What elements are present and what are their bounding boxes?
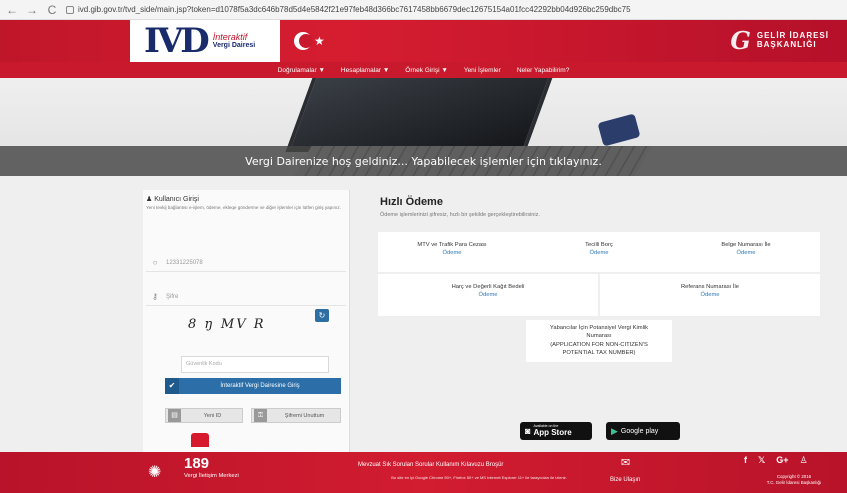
new-id-label: Yeni ID xyxy=(203,412,222,419)
logo-text: İnteraktif Vergi Dairesi xyxy=(212,31,256,50)
gib-logo[interactable]: G GELİR İDARESİ BAŞKANLIĞI xyxy=(730,26,829,55)
footer-links[interactable]: Mevzuat Sık Sorulan Sorular Kullanım Kıl… xyxy=(358,462,503,468)
payment-referans-link[interactable]: Ödeme xyxy=(600,291,820,299)
user-icon: ♟ xyxy=(146,196,153,203)
gib-text: GELİR İDARESİ BAŞKANLIĞI xyxy=(756,31,829,50)
gib-line2: BAŞKANLIĞI xyxy=(756,39,817,49)
key-small-icon: ⚿ xyxy=(254,409,267,422)
foreign-line4: POTENTIAL TAX NUMBER) xyxy=(562,350,636,357)
login-button-label: İnteraktif Vergi Dairesine Giriş xyxy=(220,383,300,389)
payment-foreign-tax-number[interactable]: Yabancılar İçin Potansiyel Vergi Kimlik … xyxy=(526,320,672,362)
turkish-flag-icon: ★ xyxy=(290,28,330,54)
login-icon: ✔ xyxy=(165,378,179,394)
payment-tecilli-label: Tecilli Borç xyxy=(585,242,613,248)
laptop-image xyxy=(285,78,555,152)
site-header: IVD İnteraktif Vergi Dairesi ★ G GELİR İ… xyxy=(0,20,847,62)
lock-icon xyxy=(66,5,74,14)
social-links: f 𝕏 G+ ♙ xyxy=(744,455,808,466)
gib-icon: G xyxy=(730,26,751,55)
login-button[interactable]: ✔ İnteraktif Vergi Dairesine Giriş xyxy=(165,378,341,394)
payment-belge-label: Belge Numarası İle xyxy=(721,242,771,248)
site-footer: ✺ 189 Vergi İletişim Merkezi Mevzuat Sık… xyxy=(0,452,847,493)
login-title: ♟ Kullanıcı Girişi xyxy=(146,195,199,203)
payment-subtitle: Ödeme işlemlerinizi şifresiz, hızlı bir … xyxy=(380,212,540,218)
hero-banner: Vergi Dairenize hoş geldiniz... Yapabile… xyxy=(0,78,847,176)
payment-referans-label: Referans Numarası İle xyxy=(681,284,739,290)
foreign-line3: (APPLICATION FOR NON-CITIZEN'S xyxy=(550,341,648,348)
refresh-captcha-icon[interactable]: ↻ xyxy=(315,309,329,322)
google-plus-icon[interactable]: G+ xyxy=(776,455,788,466)
main-content: ♟ Kullanıcı Girişi Yeni tevkij bağlantıs… xyxy=(0,176,847,452)
payment-mtv[interactable]: MTV ve Trafik Para Cezası Ödeme xyxy=(378,232,526,272)
login-panel: ♟ Kullanıcı Girişi Yeni tevkij bağlantıs… xyxy=(143,190,350,452)
mail-icon[interactable]: ✉ xyxy=(621,456,630,469)
app-store-button[interactable]: ◙ Available on the App Store xyxy=(520,422,592,440)
forgot-password-button[interactable]: ⚿ Şifremi Unuttum xyxy=(251,408,341,423)
google-play-button[interactable]: ▶ Google play xyxy=(606,422,680,440)
logo-mark: IVD xyxy=(144,21,210,61)
url-text[interactable]: ivd.gib.gov.tr/tvd_side/main.jsp?token=d… xyxy=(78,5,631,14)
payment-title: Hızlı Ödeme xyxy=(380,196,443,208)
play-icon: ▶ xyxy=(611,425,618,436)
nav-item-dogrulamalar[interactable]: Doğrulamalar ▼ xyxy=(278,67,325,74)
new-id-button[interactable]: ▤ Yeni ID xyxy=(165,408,243,423)
password-placeholder[interactable]: Şifre xyxy=(166,294,178,300)
login-description: Yeni tevkij bağlantısı e-işlem, ödeme, e… xyxy=(146,205,341,210)
payment-belge-link[interactable]: Ödeme xyxy=(672,249,820,257)
twitter-icon[interactable]: 𝕏 xyxy=(758,455,765,466)
id-icon: ▤ xyxy=(168,409,181,422)
captcha-input[interactable]: Güvenlik Kodu xyxy=(181,356,329,373)
call-center-number[interactable]: 189 xyxy=(184,455,209,472)
copyright-line2: T.C. Gelir İdaresi Başkanlığı xyxy=(766,480,822,486)
address-bar[interactable]: ivd.gib.gov.tr/tvd_side/main.jsp?token=d… xyxy=(66,2,843,18)
nav-item-hesaplamalar[interactable]: Hesaplamalar ▼ xyxy=(341,67,389,74)
phone-image xyxy=(597,113,641,147)
nav-item-ornek-girisi[interactable]: Örnek Girişi ▼ xyxy=(405,67,448,74)
call-center-icon: ✺ xyxy=(148,464,162,481)
logo-line1: İnteraktif xyxy=(212,31,248,42)
call-center-label: Vergi İletişim Merkezi xyxy=(184,473,239,479)
password-field[interactable]: ⚷ Şifre xyxy=(146,288,346,306)
google-play-label: Google play xyxy=(620,427,659,435)
apple-icon: ◙ xyxy=(525,426,531,436)
browser-note: Bu site en iyi Google Chrome 50+, Firefo… xyxy=(391,475,567,480)
payment-harc[interactable]: Harç ve Değerli Kağıt Bedeli Ödeme xyxy=(378,274,598,316)
payment-tecilli[interactable]: Tecilli Borç Ödeme xyxy=(526,232,672,272)
edevlet-icon[interactable] xyxy=(191,433,209,447)
youtube-icon[interactable]: ♙ xyxy=(800,455,808,466)
ivd-logo[interactable]: IVD İnteraktif Vergi Dairesi xyxy=(130,20,280,62)
username-value[interactable]: 12331225078 xyxy=(166,260,203,266)
logo-line2: Vergi Dairesi xyxy=(212,42,256,50)
payment-tecilli-link[interactable]: Ödeme xyxy=(526,249,672,257)
browser-toolbar: ← → C ivd.gib.gov.tr/tvd_side/main.jsp?t… xyxy=(0,0,847,20)
user-icon: ○ xyxy=(152,258,158,267)
nav-item-yeni-islemler[interactable]: Yeni İşlemler xyxy=(464,67,501,74)
key-icon: ⚷ xyxy=(152,292,158,301)
captcha-image: 8 ŋ MV R xyxy=(188,317,266,332)
payment-mtv-label: MTV ve Trafik Para Cezası xyxy=(417,242,487,248)
contact-link[interactable]: Bize Ulaşın xyxy=(610,477,640,483)
welcome-text[interactable]: Vergi Dairenize hoş geldiniz... Yapabile… xyxy=(245,155,602,168)
payment-harc-link[interactable]: Ödeme xyxy=(378,291,598,299)
username-field[interactable]: ○ 12331225078 xyxy=(146,254,346,272)
quick-payment-panel: Hızlı Ödeme Ödeme işlemlerinizi şifresiz… xyxy=(378,190,820,452)
welcome-strip[interactable]: Vergi Dairenize hoş geldiniz... Yapabile… xyxy=(0,146,847,176)
nav-item-neler-yapabilirim[interactable]: Neler Yapabilirim? xyxy=(517,67,570,74)
login-title-text: Kullanıcı Girişi xyxy=(154,196,199,203)
forward-icon[interactable]: → xyxy=(26,0,38,20)
payment-mtv-link[interactable]: Ödeme xyxy=(378,249,526,257)
back-icon[interactable]: ← xyxy=(6,0,18,20)
reload-icon[interactable]: C xyxy=(46,0,58,20)
copyright: Copyright © 2016 T.C. Gelir İdaresi Başk… xyxy=(754,474,834,487)
foreign-line2: Numarası xyxy=(586,333,612,340)
facebook-icon[interactable]: f xyxy=(744,455,747,466)
top-navigation: Doğrulamalar ▼ Hesaplamalar ▼ Örnek Giri… xyxy=(0,62,847,78)
payment-belge[interactable]: Belge Numarası İle Ödeme xyxy=(672,232,820,272)
forgot-password-label: Şifremi Unuttum xyxy=(284,412,325,419)
payment-referans[interactable]: Referans Numarası İle Ödeme xyxy=(600,274,820,316)
foreign-line1: Yabancılar İçin Potansiyel Vergi Kimlik xyxy=(549,325,649,331)
payment-harc-label: Harç ve Değerli Kağıt Bedeli xyxy=(451,284,525,290)
app-store-label: App Store xyxy=(533,427,572,437)
